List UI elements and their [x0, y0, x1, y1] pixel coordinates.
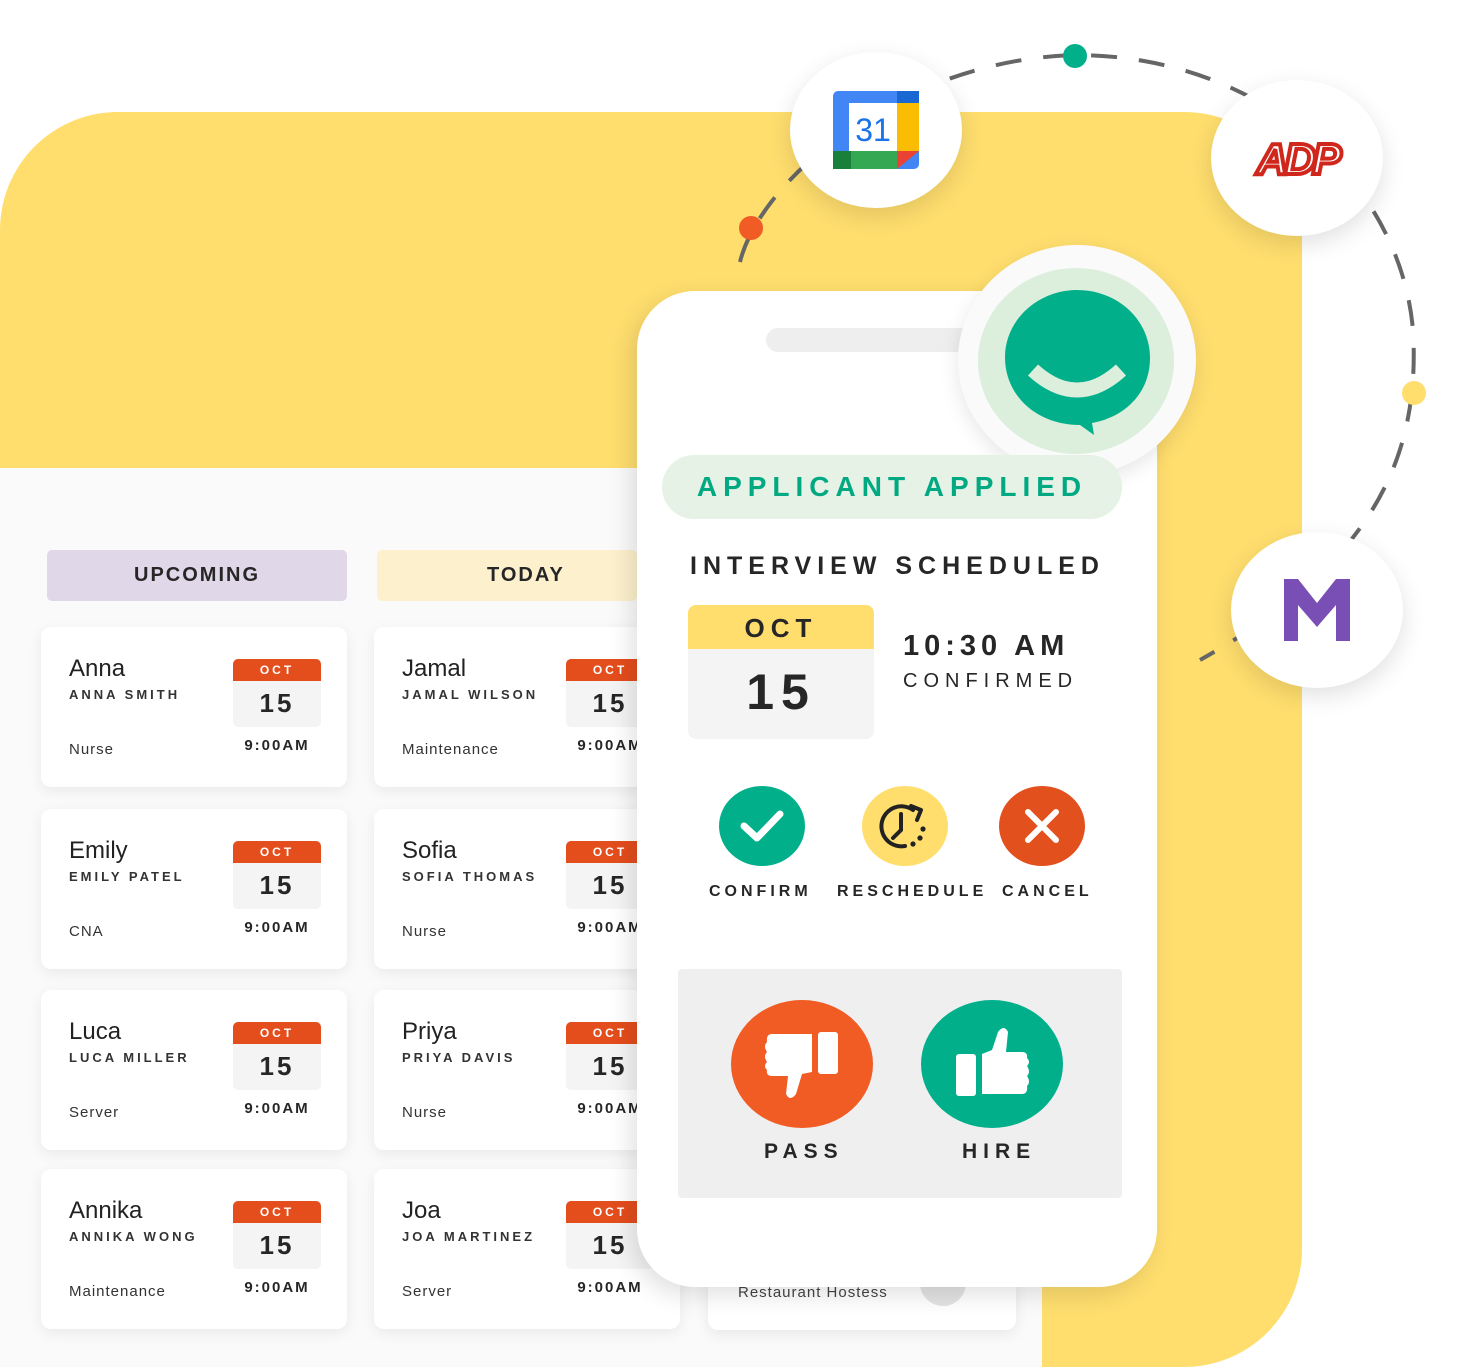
date-day: 15	[259, 688, 295, 718]
candidate-first-name: Luca	[69, 1018, 122, 1045]
date-month: OCT	[233, 841, 321, 863]
interview-status: CONFIRMED	[903, 670, 1079, 692]
svg-text:ADP: ADP	[1256, 135, 1343, 182]
candidate-role: Server	[69, 1104, 120, 1121]
cancel-label: CANCEL	[1002, 883, 1093, 900]
candidate-first-name: Sofia	[402, 837, 457, 864]
pass-label: PASS	[764, 1140, 844, 1163]
status-pill: APPLICANT APPLIED	[662, 455, 1122, 519]
candidate-first-name: Jamal	[402, 655, 467, 682]
candidate-role: Nurse	[402, 923, 448, 940]
interview-day: 15	[746, 664, 816, 720]
candidate-full-name: EMILY PATEL	[69, 869, 185, 884]
adp-integration[interactable]: ADP	[1211, 80, 1383, 236]
candidate-first-name: Joa	[402, 1197, 441, 1224]
candidate-full-name: JOA MARTINEZ	[402, 1229, 536, 1244]
google-calendar-integration[interactable]: 31	[790, 52, 962, 208]
reschedule-label: RESCHEDULE	[837, 883, 988, 900]
column-header-today[interactable]: TODAY	[377, 550, 637, 601]
date-month: OCT	[233, 659, 321, 681]
interview-date-badge: OCT 15	[688, 605, 874, 739]
candidate-card[interactable]: Luca LUCA MILLER Server OCT 15 9:00AM	[41, 990, 347, 1150]
candidate-card[interactable]: Jamal JAMAL WILSON Maintenance OCT 15 9:0…	[374, 627, 680, 787]
date-month: OCT	[233, 1022, 321, 1044]
thumbs-down-icon	[765, 1032, 838, 1098]
date-day: 15	[259, 1230, 295, 1260]
interview-time: 9:00AM	[244, 919, 310, 936]
candidate-role: Nurse	[69, 741, 115, 758]
hire-button[interactable]	[921, 1000, 1063, 1128]
google-calendar-icon: 31	[833, 91, 919, 169]
orbit-dot-yellow	[1402, 381, 1426, 405]
candidate-card[interactable]: Anna ANNA SMITH Nurse OCT 15 9:00AM	[41, 627, 347, 787]
candidate-card[interactable]: Sofia SOFIA THOMAS Nurse OCT 15 9:00AM	[374, 809, 680, 969]
candidate-first-name: Emily	[69, 837, 128, 864]
confirm-button[interactable]	[719, 786, 805, 866]
candidate-first-name: Anna	[69, 655, 126, 682]
interview-time: 9:00AM	[244, 1279, 310, 1296]
phone-notch	[766, 328, 986, 352]
hire-label: HIRE	[962, 1140, 1037, 1163]
thumbs-up-icon	[956, 1028, 1029, 1096]
orbit-dot-green	[1063, 44, 1087, 68]
candidate-role: Maintenance	[402, 741, 499, 758]
column-header-upcoming[interactable]: UPCOMING	[47, 550, 347, 601]
candidate-full-name: SOFIA THOMAS	[402, 869, 538, 884]
clock-reschedule-icon	[879, 804, 926, 849]
date-day: 15	[259, 1051, 295, 1081]
date-badge: OCT 15	[233, 1201, 321, 1269]
candidate-card[interactable]: Joa JOA MARTINEZ Server OCT 15 9:00AM	[374, 1169, 680, 1329]
candidate-role: CNA	[69, 923, 104, 940]
candidate-full-name: JAMAL WILSON	[402, 687, 539, 702]
candidate-full-name: ANNA SMITH	[69, 687, 181, 702]
candidate-role: Maintenance	[69, 1283, 166, 1300]
svg-text:31: 31	[855, 112, 891, 148]
candidate-role: Nurse	[402, 1104, 448, 1121]
interview-time: 9:00AM	[577, 1279, 643, 1296]
date-badge: OCT 15	[233, 659, 321, 727]
candidate-first-name: Priya	[402, 1018, 457, 1045]
date-month: OCT	[233, 1201, 321, 1223]
confirm-label: CONFIRM	[709, 883, 812, 900]
adp-logo-icon: ADP	[1254, 134, 1349, 182]
candidate-card[interactable]: Emily EMILY PATEL CNA OCT 15 9:00AM	[41, 809, 347, 969]
interview-time: 10:30 AM	[903, 630, 1070, 662]
cancel-button[interactable]	[999, 786, 1085, 866]
interview-title: INTERVIEW SCHEDULED	[690, 552, 1105, 580]
date-badge: OCT 15	[233, 1022, 321, 1090]
orbit-dot-orange	[739, 216, 763, 240]
interview-time: 9:00AM	[244, 1100, 310, 1117]
smile-chat-logo-icon	[1005, 290, 1150, 435]
candidate-first-name: Annika	[69, 1197, 143, 1224]
candidate-card[interactable]: Annika ANNIKA WONG Maintenance OCT 15 9:0…	[41, 1169, 347, 1329]
x-icon	[1025, 809, 1059, 843]
candidate-card[interactable]: Priya PRIYA DAVIS Nurse OCT 15 9:00AM	[374, 990, 680, 1150]
candidate-role: Server	[402, 1283, 453, 1300]
check-icon	[740, 810, 784, 842]
date-day: 15	[259, 870, 295, 900]
m-integration[interactable]	[1231, 532, 1403, 688]
candidate-full-name: PRIYA DAVIS	[402, 1050, 516, 1065]
candidate-full-name: LUCA MILLER	[69, 1050, 190, 1065]
m-logo-icon	[1284, 579, 1350, 641]
candidate-full-name: ANNIKA WONG	[69, 1229, 198, 1244]
interview-month: OCT	[688, 605, 874, 649]
date-badge: OCT 15	[233, 841, 321, 909]
pass-button[interactable]	[731, 1000, 873, 1128]
reschedule-button[interactable]	[862, 786, 948, 866]
interview-time: 9:00AM	[244, 737, 310, 754]
